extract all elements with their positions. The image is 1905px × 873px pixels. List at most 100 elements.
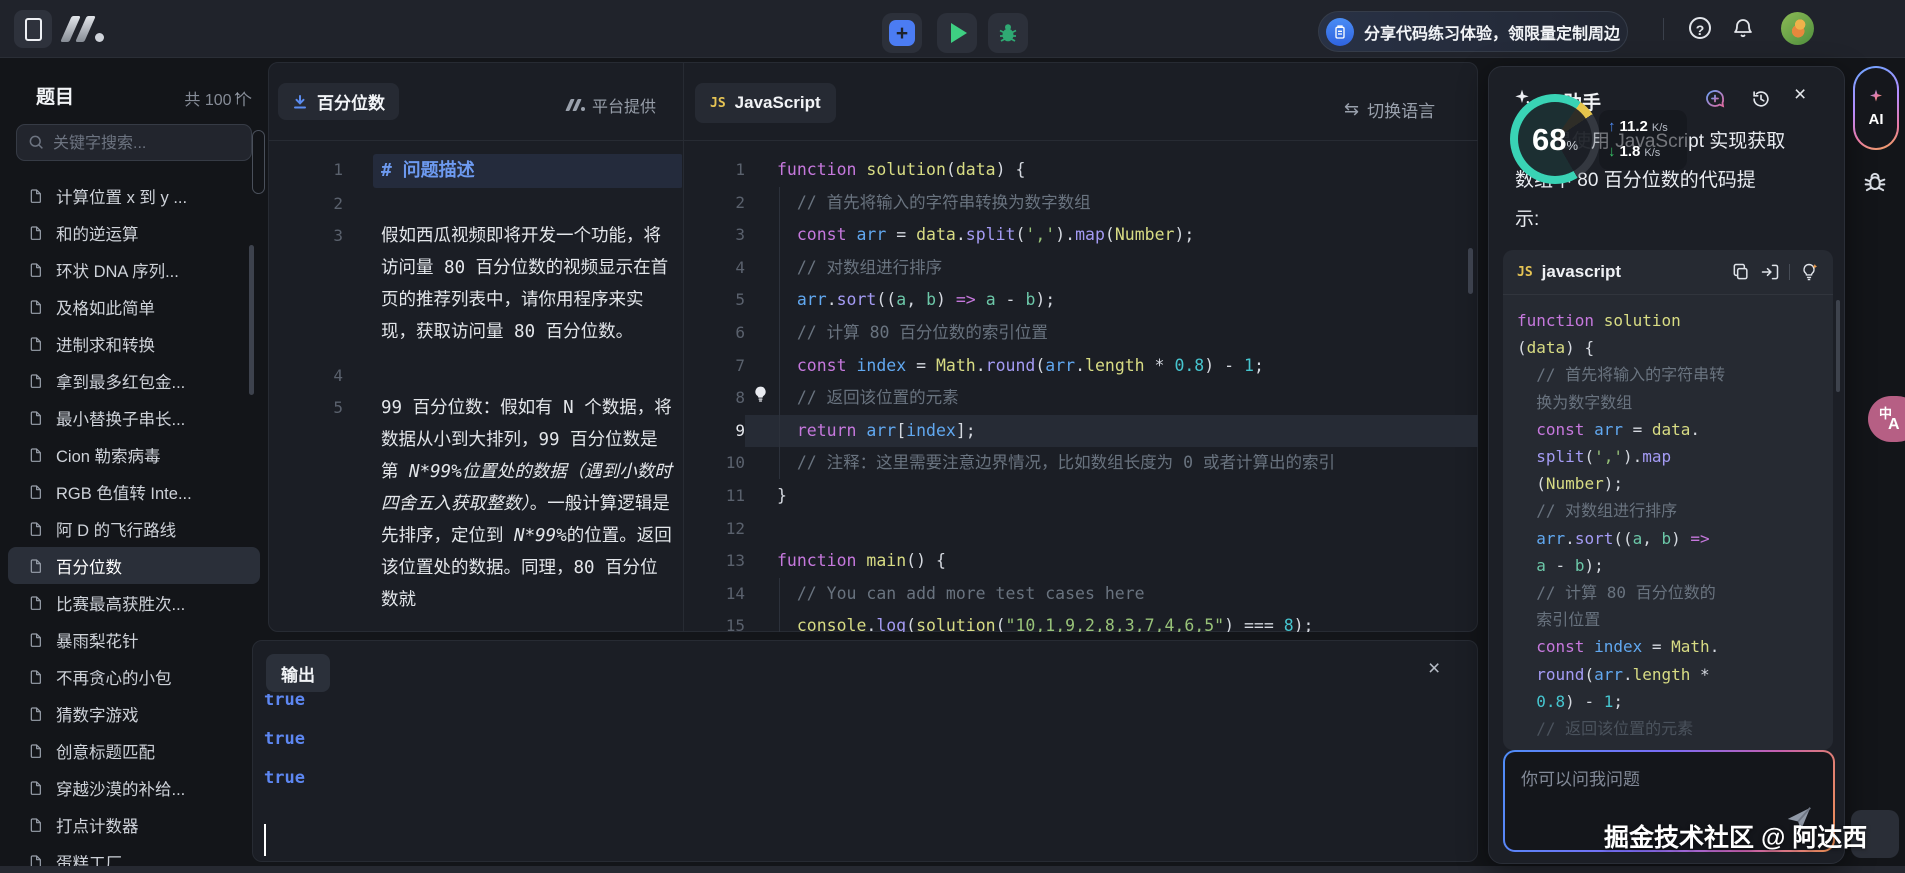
avatar[interactable] bbox=[1781, 12, 1814, 45]
description-line: 1# 问题描述 bbox=[268, 154, 682, 188]
sidebar-item-label: 计算位置 x 到 y ... bbox=[56, 184, 187, 208]
editor-scrollbar[interactable] bbox=[1468, 248, 1473, 294]
output-line: true bbox=[264, 759, 664, 798]
sidebar-item[interactable]: 打点计数器 bbox=[8, 806, 260, 843]
provider-label: 平台提供 bbox=[592, 93, 656, 117]
ai-scrollbar[interactable] bbox=[1836, 300, 1840, 392]
sidebar-item[interactable]: 暴雨梨花针 bbox=[8, 621, 260, 658]
code-line: 6 // 计算 80 百分位数的索引位置 bbox=[683, 317, 1478, 350]
sidebar-item[interactable]: 和的逆运算 bbox=[8, 214, 260, 251]
sidebar-item[interactable]: 穿越沙漠的补给... bbox=[8, 769, 260, 806]
language-tab-label: JavaScript bbox=[735, 93, 821, 113]
panel-divider[interactable] bbox=[683, 62, 684, 632]
close-icon[interactable]: × bbox=[1794, 84, 1806, 105]
code-line: 3 const arr = data.split(',').map(Number… bbox=[683, 219, 1478, 252]
doc-icon bbox=[28, 336, 44, 352]
percent-sign: % bbox=[1566, 138, 1578, 153]
notifications-icon[interactable] bbox=[1731, 16, 1755, 40]
suggestion-bulb-icon[interactable] bbox=[1799, 262, 1819, 282]
sidebar-item[interactable]: 环状 DNA 序列... bbox=[8, 251, 260, 288]
tab-javascript[interactable]: JS JavaScript bbox=[695, 83, 836, 123]
sidebar-scrollbar[interactable] bbox=[249, 245, 254, 395]
ai-side-button[interactable]: AI bbox=[1853, 66, 1899, 150]
description-line: 3假如西瓜视频即将开发一个功能，将访问量 80 百分位数的视频显示在首页的推荐列… bbox=[268, 220, 682, 348]
window-button[interactable] bbox=[14, 10, 52, 48]
ai-code-card: JS javascript function solution(data) { … bbox=[1503, 250, 1833, 750]
help-icon[interactable]: ? bbox=[1689, 17, 1711, 39]
code-editor[interactable]: 1function solution(data) {2 // 首先将输入的字符串… bbox=[683, 154, 1478, 632]
doc-icon bbox=[28, 484, 44, 500]
upload-speed: 11.2 bbox=[1620, 115, 1648, 138]
sidebar-item[interactable]: 创意标题匹配 bbox=[8, 732, 260, 769]
sidebar-item[interactable]: 拿到最多红包金... bbox=[8, 362, 260, 399]
indent-guide bbox=[779, 187, 780, 479]
copy-icon[interactable] bbox=[1731, 262, 1751, 282]
sidebar-item[interactable]: 猜数字游戏 bbox=[8, 695, 260, 732]
icon-divider bbox=[1789, 264, 1790, 280]
clipboard-icon bbox=[1326, 18, 1354, 46]
window-icon bbox=[25, 18, 42, 41]
platform-logo-icon bbox=[566, 98, 584, 112]
sidebar-item[interactable]: 最小替换子串长... bbox=[8, 399, 260, 436]
sidebar-item-label: 百分位数 bbox=[56, 554, 122, 578]
js-badge: JS bbox=[710, 96, 726, 111]
console-output[interactable]: truetruetrue bbox=[264, 694, 664, 856]
doc-icon bbox=[28, 299, 44, 315]
switch-language-button[interactable]: ⇆ 切换语言 bbox=[1344, 97, 1435, 122]
sidebar-item[interactable]: 阿 D 的飞行路线 bbox=[8, 510, 260, 547]
sidebar-item-label: 不再贪心的小包 bbox=[56, 665, 172, 689]
debug-side-icon[interactable] bbox=[1861, 168, 1889, 196]
code-line: 12 bbox=[683, 513, 1478, 546]
search-input[interactable] bbox=[51, 125, 245, 162]
tab-problem[interactable]: 百分位数 bbox=[278, 83, 399, 120]
sidebar-item[interactable]: 百分位数 bbox=[8, 547, 260, 584]
doc-icon bbox=[28, 632, 44, 648]
doc-icon bbox=[28, 373, 44, 389]
panel-drag-handle[interactable] bbox=[252, 130, 265, 194]
banner-text: 分享代码练习体验，领限量定制周边 bbox=[1364, 20, 1620, 44]
translate-en-glyph: A bbox=[1888, 416, 1900, 434]
taskbar-edge bbox=[0, 866, 1905, 873]
swap-icon: ⇆ bbox=[1344, 99, 1359, 120]
code-line: 8 // 返回该位置的元素 bbox=[683, 382, 1478, 415]
history-icon[interactable] bbox=[1750, 88, 1772, 110]
code-line: 4 // 对数组进行排序 bbox=[683, 252, 1478, 285]
doc-icon bbox=[28, 410, 44, 426]
insert-code-icon[interactable] bbox=[1760, 262, 1780, 282]
sidebar-item[interactable]: 及格如此简单 bbox=[8, 288, 260, 325]
code-line: 7 const index = Math.round(arr.length * … bbox=[683, 350, 1478, 383]
output-line: true bbox=[264, 694, 664, 720]
code-line: 14 // You can add more test cases here bbox=[683, 578, 1478, 611]
run-button[interactable] bbox=[937, 13, 977, 53]
sidebar-item-label: 及格如此简单 bbox=[56, 295, 155, 319]
doc-icon bbox=[28, 817, 44, 833]
app-logo[interactable] bbox=[64, 14, 114, 44]
debug-button[interactable] bbox=[988, 13, 1028, 53]
sidebar-item[interactable]: 计算位置 x 到 y ... bbox=[8, 177, 260, 214]
sidebar-item-label: 进制求和转换 bbox=[56, 332, 155, 356]
new-chat-icon[interactable] bbox=[1703, 87, 1727, 111]
sidebar-item-label: 拿到最多红包金... bbox=[56, 369, 185, 393]
sidebar-item[interactable]: 不再贪心的小包 bbox=[8, 658, 260, 695]
close-icon[interactable]: × bbox=[1428, 658, 1440, 679]
new-snippet-button[interactable]: + bbox=[882, 13, 922, 53]
sidebar-item[interactable]: 比赛最高获胜次... bbox=[8, 584, 260, 621]
sidebar-item[interactable]: 进制求和转换 bbox=[8, 325, 260, 362]
problem-description-editor[interactable]: 1# 问题描述23假如西瓜视频即将开发一个功能，将访问量 80 百分位数的视频显… bbox=[268, 154, 682, 632]
promo-banner[interactable]: 分享代码练习体验，领限量定制周边 bbox=[1318, 11, 1628, 52]
sidebar-item[interactable]: RGB 色值转 Inte... bbox=[8, 473, 260, 510]
translate-button[interactable]: 中 A bbox=[1868, 396, 1905, 442]
doc-icon bbox=[28, 447, 44, 463]
description-line: 599 百分位数：假如有 N 个数据，将数据从小到大排列，99 百分位数是第 N… bbox=[268, 392, 682, 616]
percent-value: 68 bbox=[1532, 124, 1566, 155]
doc-icon bbox=[28, 188, 44, 204]
lightbulb-icon[interactable] bbox=[751, 385, 770, 404]
top-bar: + 分享代码练习体验，领限量定制周边 ? bbox=[0, 0, 1905, 58]
scroll-top-icon[interactable]: ↑ bbox=[232, 86, 243, 110]
sidebar-item[interactable]: Cion 勒索病毒 bbox=[8, 436, 260, 473]
doc-icon bbox=[28, 225, 44, 241]
search-icon bbox=[27, 133, 45, 151]
download-icon bbox=[292, 94, 308, 110]
code-line: 15 console.log(solution("10,1,9,2,8,3,7,… bbox=[683, 610, 1478, 632]
output-tab: 输出 bbox=[266, 654, 330, 692]
